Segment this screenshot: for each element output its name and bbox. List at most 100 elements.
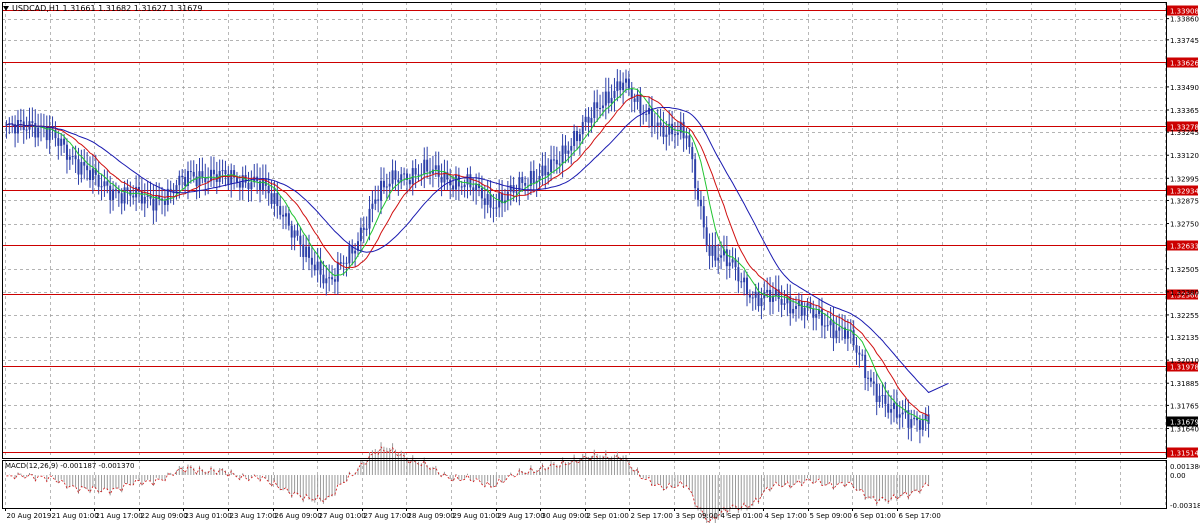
candle-body [486,194,489,205]
price-tick-label: 1.32505 [1170,266,1199,274]
candle-body [65,144,68,160]
candle-body [616,81,619,91]
candle-body [901,412,904,415]
candle-body [235,177,238,183]
candle-body [576,130,579,142]
candle-body [627,78,630,89]
candle-body [599,107,602,109]
candle-body [878,395,881,403]
candle-body [702,206,705,228]
price-tick-label: 1.33365 [1170,107,1199,115]
candle-body [812,308,815,318]
candle-body [717,257,720,261]
candle-body [590,117,593,123]
candle-body [918,420,921,430]
chart-frame [2,2,1167,509]
candle-body [604,91,607,106]
candle-body [607,91,610,104]
candle-body [653,125,656,127]
candle-body [630,88,633,99]
price-chart[interactable]: 1.339081.336261.332781.329341.326331.323… [0,0,1200,523]
candle-body [333,279,336,282]
symbol-header[interactable]: USDCAD,H1 1.31661 1.31682 1.31627 1.3167… [3,4,202,13]
price-tick-label: 1.31640 [1170,425,1199,433]
candle-body [83,162,86,166]
candle-body [622,82,625,91]
candle-body [584,116,587,123]
candle-body [212,169,215,175]
candle-body [60,138,63,146]
candle-body [489,194,492,208]
candle-body [887,403,890,413]
macd-tick-label: 0.00 [1170,472,1186,480]
candle-body [725,249,728,267]
candle-body [296,230,299,236]
candle-body [861,354,864,356]
candle-body [472,187,475,191]
candle-body [112,189,115,200]
candle-body [305,246,308,258]
candle-body [74,155,77,160]
level-label: 1.32934 [1170,188,1199,196]
candle-body [512,185,515,193]
candle-body [282,214,285,217]
candle-body [665,134,668,137]
level-label: 1.31514 [1170,450,1199,458]
candle-body [284,213,287,217]
candle-body [299,235,302,245]
macd-pane-border [2,460,1167,509]
time-tick-label: 21 Aug 17:00 [96,512,143,520]
time-tick-label: 23 Aug 01:00 [185,512,232,520]
candlestick-series [5,69,930,444]
candle-body [881,395,884,397]
candle-body [163,200,166,205]
candle-body [316,261,319,271]
candle-body [454,174,457,190]
candle-body [126,187,129,191]
candle-body [564,145,567,154]
candle-body [103,181,106,187]
candle-body [728,262,731,267]
candle-body [509,185,512,192]
candle-body [178,175,181,186]
candle-body [561,145,564,164]
candle-body [766,289,769,293]
candle-body [97,174,100,187]
chart-grid [2,2,1166,508]
candle-body [71,155,74,157]
candle-body [708,245,711,256]
candle-body [146,195,149,197]
candle-body [308,246,311,258]
candle-body [913,417,916,420]
candle-body [322,274,325,284]
time-tick-label: 20 Aug 2019 [7,512,52,520]
candle-body [368,208,371,229]
candle-body [19,120,22,122]
horizontal-levels[interactable]: 1.339081.336261.332781.329341.326331.323… [2,5,1199,458]
candle-body [25,129,28,131]
candle-body [408,180,411,185]
candle-body [633,98,636,102]
candle-body [659,122,662,126]
candle-body [884,395,887,404]
candle-body [869,377,872,382]
dropdown-triangle-icon[interactable] [3,6,9,11]
candle-body [382,180,385,188]
candle-body [515,191,518,193]
candle-body [751,297,754,299]
candle-body [302,244,305,258]
time-tick-label: 21 Aug 01:00 [52,512,99,520]
candle-body [345,262,348,264]
candle-body [740,281,743,283]
candle-body [541,165,544,177]
time-tick-label: 28 Aug 09:00 [408,512,455,520]
candle-body [795,306,798,309]
candle-body [34,123,37,138]
candle-body [68,156,71,160]
candle-body [855,345,858,353]
candle-body [140,191,143,204]
candle-body [106,181,109,186]
candle-body [815,314,818,318]
candle-body [114,189,117,191]
chart-window[interactable]: 1.33908 1.33626 1.33278 1.32934 1.32633 1.323… [0,0,1200,523]
